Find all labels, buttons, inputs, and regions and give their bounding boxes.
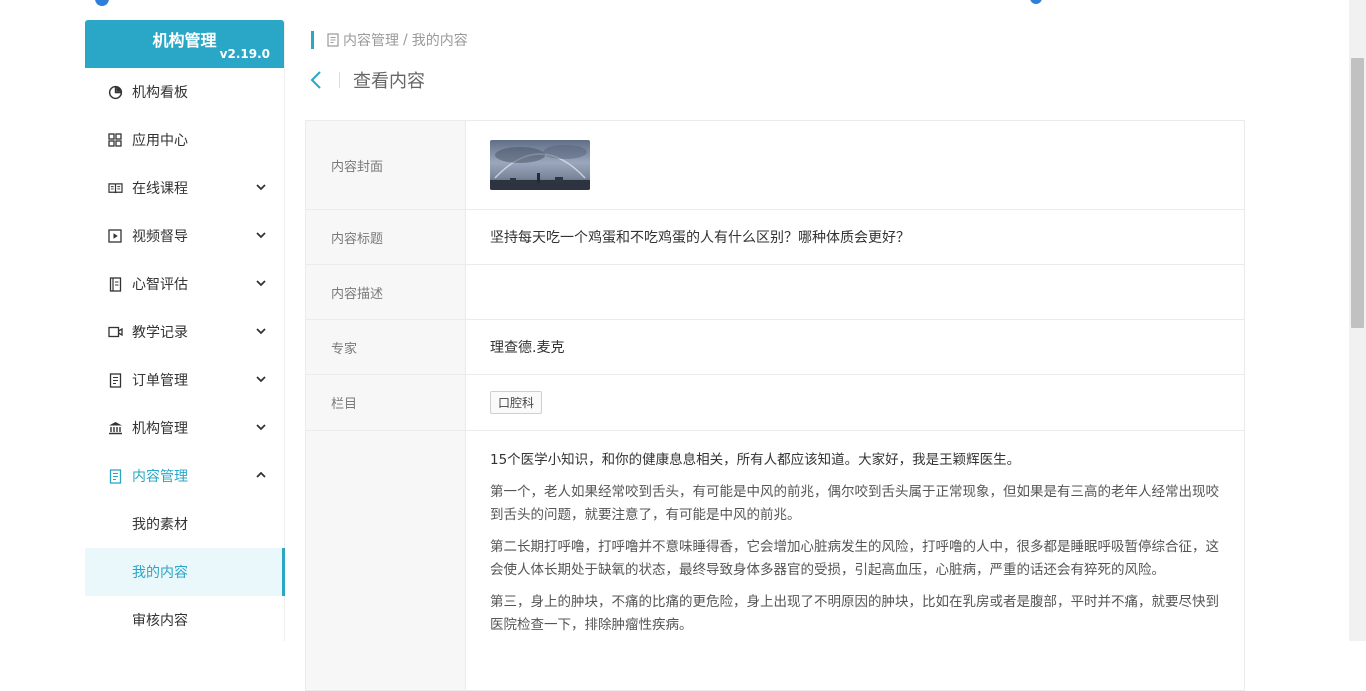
chevron-down-icon bbox=[256, 328, 266, 335]
chevron-up-icon bbox=[256, 471, 266, 478]
detail-row-column: 栏目 口腔科 bbox=[306, 375, 1244, 431]
sidebar-item-label: 内容管理 bbox=[132, 469, 188, 485]
sidebar-item-label: 心智评估 bbox=[132, 277, 188, 293]
description-value bbox=[466, 265, 1244, 319]
page-header: 查看内容 bbox=[305, 66, 425, 94]
cover-label: 内容封面 bbox=[306, 121, 466, 209]
header-divider bbox=[339, 72, 340, 88]
detail-row-expert: 专家 理查德.麦克 bbox=[306, 320, 1244, 375]
cover-image[interactable] bbox=[490, 140, 590, 190]
sidebar-item-label: 机构管理 bbox=[132, 421, 188, 437]
title-label: 内容标题 bbox=[306, 210, 466, 264]
sidebar-item-label: 订单管理 bbox=[132, 373, 188, 389]
sidebar-item-label: 应用中心 bbox=[132, 133, 188, 149]
sidebar-item-mental-assessment[interactable]: 心智评估 bbox=[85, 260, 284, 308]
content-body: 15个医学小知识，和你的健康息息相关，所有人都应该知道。大家好，我是王颖辉医生。… bbox=[466, 431, 1244, 690]
content-paragraph: 第一个，老人如果经常咬到舌头，有可能是中风的前兆，偶尔咬到舌头属于正常现象，但如… bbox=[490, 484, 1219, 523]
chevron-down-icon bbox=[256, 280, 266, 287]
sidebar-item-content-management[interactable]: 内容管理 bbox=[85, 452, 284, 500]
cover-value bbox=[466, 121, 1244, 209]
sidebar-item-video-supervision[interactable]: 视频督导 bbox=[85, 212, 284, 260]
brand-version: v2.19.0 bbox=[219, 47, 270, 61]
sidebar-item-order-management[interactable]: 订单管理 bbox=[85, 356, 284, 404]
sidebar-subitem-my-content[interactable]: 我的内容 bbox=[85, 548, 285, 596]
detail-row-description: 内容描述 bbox=[306, 265, 1244, 320]
top-decoration-dot bbox=[1030, 0, 1042, 4]
column-tag: 口腔科 bbox=[490, 391, 543, 414]
column-label: 栏目 bbox=[306, 375, 466, 430]
back-button[interactable] bbox=[305, 66, 327, 94]
grid-icon bbox=[107, 132, 123, 148]
chevron-down-icon bbox=[256, 232, 266, 239]
sidebar-item-teaching-records[interactable]: 教学记录 bbox=[85, 308, 284, 356]
bank-icon bbox=[107, 420, 123, 436]
chevron-down-icon bbox=[256, 376, 266, 383]
chevron-down-icon bbox=[256, 424, 266, 431]
sidebar-item-dashboard[interactable]: 机构看板 bbox=[85, 68, 284, 116]
sidebar-item-online-courses[interactable]: 在线课程 bbox=[85, 164, 284, 212]
book-icon bbox=[107, 180, 123, 196]
chevron-down-icon bbox=[256, 184, 266, 191]
breadcrumb-separator: / bbox=[403, 32, 408, 48]
sidebar-item-label: 视频督导 bbox=[132, 229, 188, 245]
scrollbar-thumb[interactable] bbox=[1351, 58, 1364, 328]
sidebar-subitem-label: 我的素材 bbox=[132, 517, 188, 533]
detail-row-cover: 内容封面 bbox=[306, 121, 1244, 210]
sidebar-item-label: 教学记录 bbox=[132, 325, 188, 341]
detail-row-content: 15个医学小知识，和你的健康息息相关，所有人都应该知道。大家好，我是王颖辉医生。… bbox=[306, 431, 1244, 691]
title-value: 坚持每天吃一个鸡蛋和不吃鸡蛋的人有什么区别？哪种体质会更好？ bbox=[490, 230, 910, 246]
video-camera-icon bbox=[107, 324, 123, 340]
notebook-icon bbox=[107, 276, 123, 292]
chevron-left-icon bbox=[310, 71, 321, 89]
document-icon bbox=[327, 33, 339, 47]
content-label bbox=[306, 431, 466, 690]
breadcrumb-parent[interactable]: 内容管理 bbox=[343, 30, 399, 50]
column-value: 口腔科 bbox=[466, 375, 1244, 430]
sidebar-item-app-center[interactable]: 应用中心 bbox=[85, 116, 284, 164]
breadcrumb: 内容管理 / 我的内容 bbox=[311, 31, 468, 49]
sidebar-subitem-label: 审核内容 bbox=[132, 613, 188, 629]
breadcrumb-current: 我的内容 bbox=[411, 33, 468, 49]
page-scrollbar[interactable] bbox=[1349, 0, 1366, 641]
breadcrumb-accent-bar bbox=[311, 31, 314, 49]
content-detail-table: 内容封面 内容标题 坚持每天吃一个鸡蛋和不吃鸡蛋的人有什么区别？哪种体质会更好？… bbox=[305, 120, 1245, 691]
document-icon bbox=[107, 372, 123, 388]
expert-label: 专家 bbox=[306, 320, 466, 374]
sidebar-item-label: 机构看板 bbox=[132, 85, 188, 101]
detail-row-title: 内容标题 坚持每天吃一个鸡蛋和不吃鸡蛋的人有什么区别？哪种体质会更好？ bbox=[306, 210, 1244, 265]
description-label: 内容描述 bbox=[306, 265, 466, 319]
content-paragraph: 15个医学小知识，和你的健康息息相关，所有人都应该知道。大家好，我是王颖辉医生。 bbox=[490, 452, 1021, 468]
play-icon bbox=[107, 228, 123, 244]
top-decoration-dot bbox=[95, 0, 109, 6]
sidebar: 机构管理 v2.19.0 机构看板 应用中心 在线课程 视频督导 心智评估 教学… bbox=[85, 20, 285, 641]
sidebar-brand: 机构管理 v2.19.0 bbox=[85, 20, 284, 68]
sidebar-subitem-my-materials[interactable]: 我的素材 bbox=[85, 500, 284, 548]
page-title: 查看内容 bbox=[353, 71, 425, 92]
document-icon bbox=[107, 468, 123, 484]
expert-value: 理查德.麦克 bbox=[490, 340, 565, 356]
sidebar-subitem-review-content[interactable]: 审核内容 bbox=[85, 596, 284, 644]
content-paragraph: 第二长期打呼噜，打呼噜并不意味睡得香，它会增加心脏病发生的风险，打呼噜的人中，很… bbox=[490, 539, 1219, 578]
content-paragraph: 第三，身上的肿块，不痛的比痛的更危险，身上出现了不明原因的肿块，比如在乳房或者是… bbox=[490, 594, 1219, 633]
sidebar-subitem-label: 我的内容 bbox=[132, 565, 188, 581]
sidebar-item-institution-management[interactable]: 机构管理 bbox=[85, 404, 284, 452]
pie-chart-icon bbox=[107, 84, 123, 100]
sidebar-item-label: 在线课程 bbox=[132, 181, 188, 197]
